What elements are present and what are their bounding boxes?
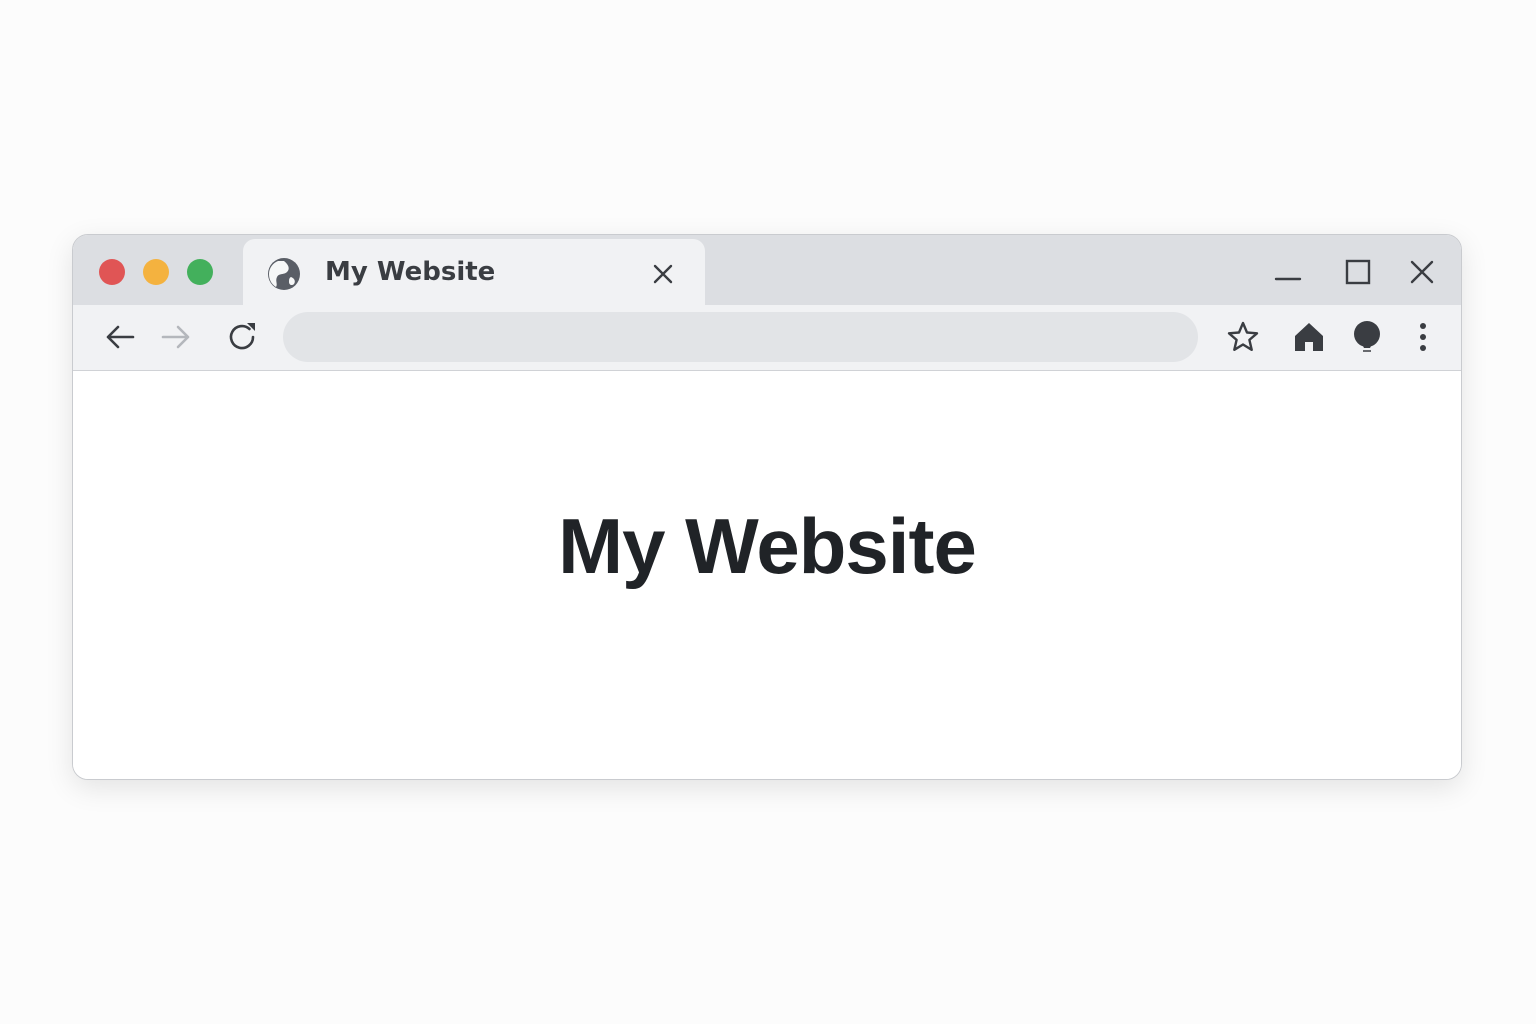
page-content: My Website	[73, 371, 1461, 779]
arrow-left-icon[interactable]	[103, 320, 137, 354]
star-icon[interactable]	[1226, 320, 1260, 354]
maximize-icon[interactable]	[1343, 257, 1373, 287]
tab-title: My Website	[325, 257, 496, 287]
arrow-right-icon[interactable]	[159, 320, 193, 354]
lightbulb-icon[interactable]	[1350, 320, 1384, 354]
more-vertical-icon[interactable]	[1406, 320, 1440, 354]
globe-icon	[268, 258, 300, 290]
close-icon[interactable]	[651, 262, 675, 286]
reload-icon[interactable]	[225, 320, 259, 354]
window-close-icon[interactable]	[1407, 257, 1437, 287]
navigation-toolbar	[73, 305, 1461, 371]
title-bar: My Website	[73, 235, 1461, 305]
address-bar[interactable]	[283, 312, 1198, 362]
browser-tab[interactable]: My Website	[243, 239, 705, 305]
traffic-light-minimize[interactable]	[143, 259, 169, 285]
minimize-icon[interactable]	[1273, 257, 1303, 287]
traffic-light-close[interactable]	[99, 259, 125, 285]
traffic-light-maximize[interactable]	[187, 259, 213, 285]
browser-window: My Website My Website	[72, 234, 1462, 780]
home-icon[interactable]	[1292, 320, 1326, 354]
page-heading: My Website	[558, 502, 977, 590]
